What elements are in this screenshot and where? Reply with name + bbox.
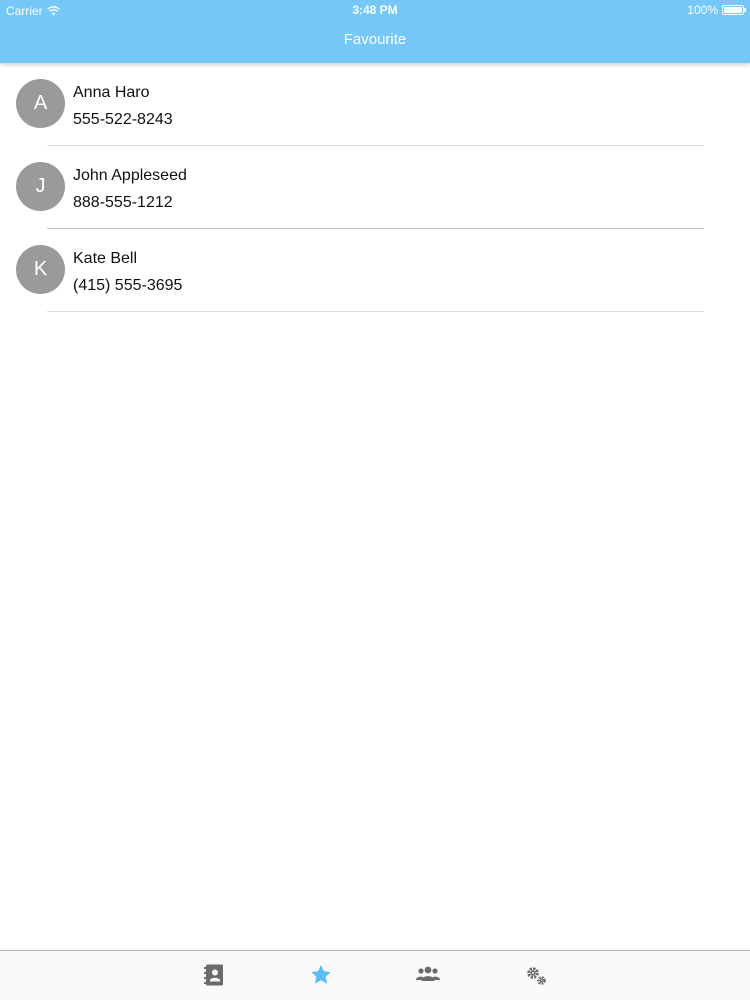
- tab-bar: [0, 950, 750, 1000]
- settings-gears-icon: [527, 967, 546, 985]
- navigation-bar: Carrier 3:48 PM 100% Favourite: [0, 0, 750, 63]
- contact-list: A Anna Haro 555-522-8243 J John Applesee…: [0, 63, 750, 312]
- avatar: A: [16, 79, 65, 128]
- page-title: Favourite: [343, 31, 407, 48]
- tab-settings[interactable]: [522, 961, 550, 989]
- contact-name: Kate Bell: [73, 250, 138, 267]
- battery-percent: 100%: [687, 3, 718, 17]
- contact-row-kate-bell[interactable]: K Kate Bell (415) 555-3695: [0, 229, 750, 312]
- tab-favourites[interactable]: [307, 961, 335, 989]
- tab-contacts[interactable]: [200, 961, 228, 989]
- favourites-screen: Carrier 3:48 PM 100% Favourite A Anna Ha…: [0, 0, 750, 1000]
- battery-icon: [722, 5, 746, 15]
- contact-row-john-appleseed[interactable]: J John Appleseed 888-555-1212: [0, 146, 750, 229]
- avatar: J: [16, 162, 65, 211]
- contact-row-anna-haro[interactable]: A Anna Haro 555-522-8243: [0, 63, 750, 146]
- status-bar: Carrier 3:48 PM 100%: [0, 0, 750, 22]
- avatar: K: [16, 245, 65, 294]
- status-battery: 100%: [687, 3, 746, 17]
- status-time: 3:48 PM: [352, 3, 398, 17]
- tab-groups[interactable]: [414, 961, 442, 989]
- contact-phone: 555-522-8243: [73, 111, 173, 128]
- contacts-book-icon: [204, 964, 223, 986]
- group-icon: [416, 966, 440, 981]
- battery-level-fill: [724, 7, 742, 13]
- contact-name: John Appleseed: [73, 167, 187, 184]
- row-divider: [47, 311, 704, 312]
- contact-phone: (415) 555-3695: [73, 277, 183, 294]
- star-icon: [311, 965, 331, 984]
- contact-name: Anna Haro: [73, 84, 150, 101]
- contact-phone: 888-555-1212: [73, 194, 173, 211]
